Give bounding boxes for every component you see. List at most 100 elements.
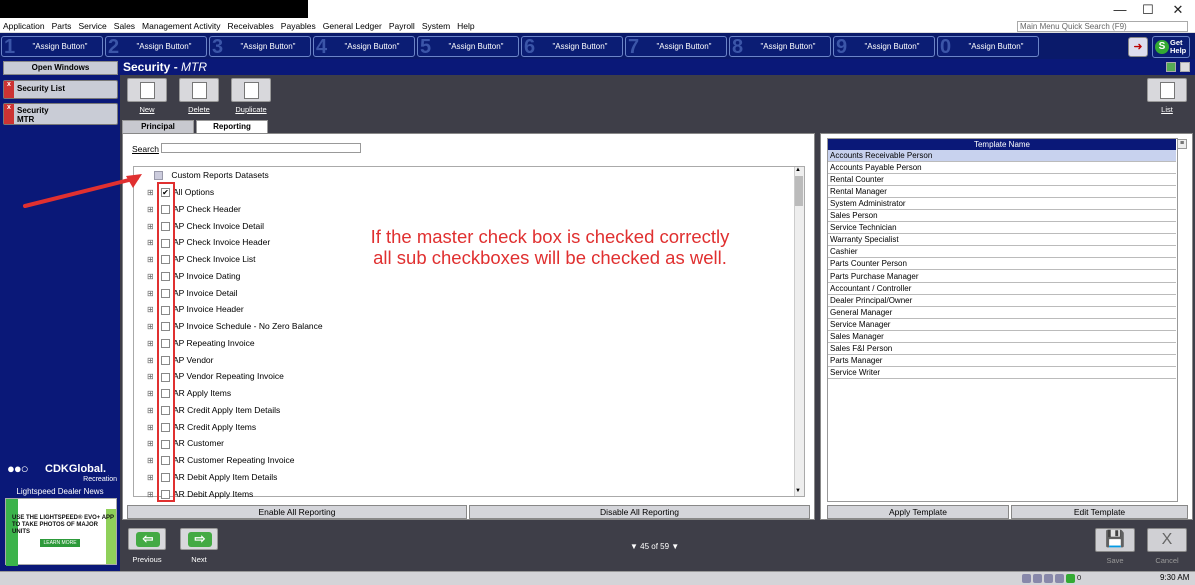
edit-template-button[interactable]: Edit Template <box>1011 505 1188 519</box>
expand-icon[interactable]: ⊞ <box>147 454 155 468</box>
expand-icon[interactable]: ⊞ <box>147 220 155 234</box>
news-ad-banner[interactable]: USE THE LIGHTSPEED® EVO+ APP TO TAKE PHO… <box>5 498 117 566</box>
assign-button-2[interactable]: 2 "Assign Button" <box>105 36 207 58</box>
list-button[interactable] <box>1147 78 1187 102</box>
get-help-button[interactable]: S Get Help <box>1152 36 1190 58</box>
tree-scrollbar[interactable] <box>794 167 804 496</box>
window-security-list[interactable]: x Security List <box>3 80 118 99</box>
tab-reporting[interactable]: Reporting <box>196 120 268 133</box>
expand-icon[interactable]: ⊞ <box>147 320 155 334</box>
tab-principal[interactable]: Principal <box>122 120 194 133</box>
search-input[interactable] <box>161 143 361 153</box>
menu-payroll[interactable]: Payroll <box>389 21 415 31</box>
assign-button-9[interactable]: 9 "Assign Button" <box>833 36 935 58</box>
template-row[interactable]: Service Manager <box>828 319 1176 331</box>
expand-icon[interactable]: ⊞ <box>147 354 155 368</box>
save-button[interactable]: 💾 <box>1095 528 1135 552</box>
template-row[interactable]: Sales Manager <box>828 331 1176 343</box>
close-icon[interactable]: x <box>4 104 14 124</box>
tray-icon[interactable] <box>1033 573 1042 583</box>
expand-icon[interactable]: ⊞ <box>147 387 155 401</box>
minimize-button[interactable]: — <box>1105 2 1135 18</box>
assign-button-8[interactable]: 8 "Assign Button" <box>729 36 831 58</box>
menu-receivables[interactable]: Receivables <box>227 21 273 31</box>
scroll-down-icon[interactable]: ▼ <box>795 488 801 494</box>
delete-button[interactable] <box>179 78 219 102</box>
apply-template-button[interactable]: Apply Template <box>827 505 1009 519</box>
enable-all-reporting-button[interactable]: Enable All Reporting <box>127 505 467 519</box>
expand-icon[interactable]: ⊞ <box>147 471 155 485</box>
learn-more-button[interactable]: LEARN MORE <box>40 539 80 547</box>
template-row[interactable]: Dealer Principal/Owner <box>828 295 1176 307</box>
assign-button-3[interactable]: 3 "Assign Button" <box>209 36 311 58</box>
expand-icon[interactable]: ⊞ <box>147 421 155 435</box>
expand-icon[interactable]: ⊞ <box>147 253 155 267</box>
menu-payables[interactable]: Payables <box>281 21 316 31</box>
menu-sales[interactable]: Sales <box>114 21 135 31</box>
tray-icon[interactable] <box>1066 573 1075 583</box>
template-row[interactable]: Sales Person <box>828 210 1176 223</box>
arrow-annotation <box>23 174 142 208</box>
duplicate-button[interactable] <box>231 78 271 102</box>
menu-application[interactable]: Application <box>3 21 45 31</box>
expand-icon[interactable]: ⊞ <box>147 303 155 317</box>
assign-button-5[interactable]: 5 "Assign Button" <box>417 36 519 58</box>
menu-help[interactable]: Help <box>457 21 474 31</box>
template-row[interactable]: General Manager <box>828 307 1176 319</box>
maximize-button[interactable]: ☐ <box>1133 2 1163 18</box>
template-row[interactable]: Cashier <box>828 246 1176 259</box>
expand-icon[interactable]: ⊞ <box>147 236 155 250</box>
menu-system[interactable]: System <box>422 21 450 31</box>
expand-icon[interactable]: ⊞ <box>147 488 155 502</box>
new-button[interactable] <box>127 78 167 102</box>
template-row[interactable]: Warranty Specialist <box>828 234 1176 247</box>
tray-icon[interactable] <box>1022 573 1031 583</box>
template-row[interactable]: Service Technician <box>828 222 1176 235</box>
close-button[interactable]: ✕ <box>1163 2 1193 18</box>
menu-general-ledger[interactable]: General Ledger <box>323 21 382 31</box>
expand-icon[interactable]: ⊞ <box>147 287 155 301</box>
cancel-button[interactable]: X <box>1147 528 1187 552</box>
expand-icon[interactable]: ⊞ <box>147 437 155 451</box>
tray-icon[interactable] <box>1055 573 1064 583</box>
template-row[interactable]: Accountant / Controller <box>828 283 1176 295</box>
template-row[interactable]: Parts Manager <box>828 355 1176 367</box>
pager[interactable]: ▼ 45 of 59 ▼ <box>630 542 679 551</box>
template-row[interactable]: Rental Counter <box>828 174 1176 187</box>
window-security-mtr[interactable]: x Security MTR <box>3 103 118 125</box>
exit-icon[interactable]: ➜ <box>1128 37 1148 57</box>
restore-icon[interactable] <box>1180 62 1190 72</box>
template-row[interactable]: Accounts Payable Person <box>828 162 1176 175</box>
expand-icon[interactable]: ⊞ <box>147 270 155 284</box>
template-row[interactable]: Sales F&I Person <box>828 343 1176 355</box>
template-name-header[interactable]: Template Name <box>828 139 1176 150</box>
expand-icon[interactable]: ⊞ <box>147 370 155 384</box>
template-row[interactable]: Rental Manager <box>828 186 1176 199</box>
column-menu-icon[interactable]: ≡ <box>1177 139 1187 149</box>
assign-button-0[interactable]: 0 "Assign Button" <box>937 36 1039 58</box>
menu-management-activity[interactable]: Management Activity <box>142 21 220 31</box>
tray-icon[interactable] <box>1044 573 1053 583</box>
expand-icon[interactable]: ⊞ <box>147 404 155 418</box>
assign-button-6[interactable]: 6 "Assign Button" <box>521 36 623 58</box>
template-row[interactable]: System Administrator <box>828 198 1176 211</box>
expand-icon[interactable]: ⊞ <box>147 337 155 351</box>
assign-button-7[interactable]: 7 "Assign Button" <box>625 36 727 58</box>
quick-search-input[interactable]: Main Menu Quick Search (F9) <box>1017 21 1188 32</box>
assign-button-4[interactable]: 4 "Assign Button" <box>313 36 415 58</box>
help-icon[interactable] <box>1166 62 1176 72</box>
next-button[interactable]: ⇨ <box>180 528 218 550</box>
scroll-up-icon[interactable]: ▲ <box>795 167 801 173</box>
menu-parts[interactable]: Parts <box>52 21 72 31</box>
previous-button[interactable]: ⇦ <box>128 528 166 550</box>
tree-root[interactable]: Custom Reports Datasets <box>148 168 269 182</box>
template-row[interactable]: Parts Purchase Manager <box>828 271 1176 283</box>
menu-service[interactable]: Service <box>78 21 106 31</box>
assign-button-1[interactable]: 1 "Assign Button" <box>1 36 103 58</box>
template-row[interactable]: Accounts Receivable Person <box>828 150 1176 162</box>
template-row[interactable]: Parts Counter Person <box>828 258 1176 271</box>
close-icon[interactable]: x <box>4 81 14 98</box>
disable-all-reporting-button[interactable]: Disable All Reporting <box>469 505 810 519</box>
template-row[interactable]: Service Writer <box>828 367 1176 379</box>
scrollbar-thumb[interactable] <box>795 176 803 206</box>
